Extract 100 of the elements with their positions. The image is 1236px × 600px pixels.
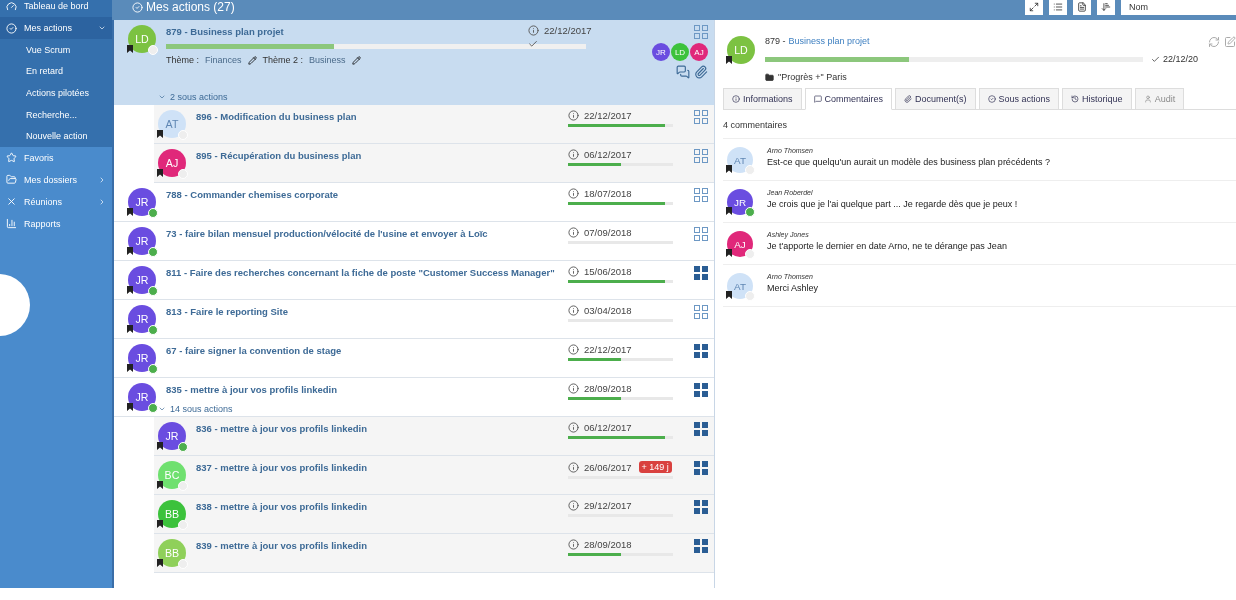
grid-icon[interactable]	[694, 227, 708, 241]
action-link[interactable]: Business plan projet	[788, 36, 870, 46]
sort-icon	[1101, 2, 1111, 12]
info-icon[interactable]	[568, 461, 579, 473]
info-icon[interactable]	[568, 110, 579, 121]
tab[interactable]: Commentaires	[804, 88, 893, 110]
action-title[interactable]: 813 - Faire le reporting Site	[166, 305, 558, 319]
info-icon[interactable]	[568, 149, 579, 160]
info-icon[interactable]	[568, 305, 579, 316]
action-title[interactable]: 896 - Modification du business plan	[196, 110, 558, 124]
sidebar-item[interactable]: Tableau de bord	[0, 0, 112, 17]
action-title[interactable]: 811 - Faire des recherches concernant la fiche de poste "Customer Success Manager"	[166, 266, 558, 280]
speech-bubble-icon	[813, 95, 822, 103]
sort-button[interactable]	[1097, 0, 1115, 15]
comments-icon[interactable]	[676, 65, 690, 79]
grid-icon[interactable]	[694, 149, 708, 163]
info-icon[interactable]	[568, 422, 579, 433]
info-icon[interactable]	[568, 500, 579, 511]
grid-icon[interactable]	[694, 188, 708, 202]
expand-icon	[1029, 2, 1039, 12]
bookmark-icon	[127, 403, 133, 411]
avatar: JR	[727, 189, 753, 215]
action-row[interactable]: AJ 895 - Récupération du business plan 06/12/2017	[154, 144, 714, 183]
action-title[interactable]: 835 - mettre à jour vos profils linkedin	[166, 383, 558, 397]
due-date: 18/07/2018	[584, 188, 632, 199]
grid-icon[interactable]	[694, 110, 708, 124]
action-title[interactable]: 73 - faire bilan mensuel production/vélocité de l'usine et envoyer à Loïc	[166, 227, 558, 241]
bar-chart-icon	[6, 218, 17, 230]
action-row[interactable]: AT 896 - Modification du business plan 22/12/2017	[154, 105, 714, 144]
sidebar-subitem[interactable]: Actions pilotées	[0, 82, 112, 104]
caret-icon[interactable]	[158, 405, 166, 413]
avatar: AT	[727, 273, 753, 299]
action-title[interactable]: 837 - mettre à jour vos profils linkedin	[196, 461, 558, 475]
action-title[interactable]: 879 - Business plan projet	[166, 25, 518, 39]
theme-value: Finances	[205, 55, 242, 66]
sidebar-subitem[interactable]: En retard	[0, 60, 112, 83]
paperclip-icon[interactable]	[694, 65, 708, 79]
bookmark-icon	[127, 286, 133, 294]
action-title[interactable]: 67 - faire signer la convention de stage	[166, 344, 558, 358]
sidebar-subitem[interactable]: Recherche...	[0, 103, 112, 126]
sub-actions-toggle[interactable]: 14 sous actions	[170, 404, 233, 414]
refresh-icon[interactable]	[1208, 36, 1220, 48]
sidebar-item[interactable]: Mes dossiers	[0, 168, 112, 191]
grid-icon[interactable]	[694, 539, 708, 553]
user-icon	[1143, 95, 1152, 103]
info-icon[interactable]	[528, 25, 539, 36]
action-row[interactable]: JR 836 - mettre à jour vos profils linkedin 06/12/2017	[154, 417, 714, 456]
avatar: LD	[671, 43, 689, 61]
sidebar-item[interactable]: Réunions	[0, 190, 112, 213]
action-title[interactable]: 839 - mettre à jour vos profils linkedin	[196, 539, 558, 553]
grid-icon[interactable]	[694, 344, 708, 358]
page-title: Mes actions (27)	[132, 0, 235, 14]
info-icon[interactable]	[568, 227, 579, 238]
sidebar-item[interactable]: Favoris	[0, 146, 112, 169]
avatar: AT	[727, 147, 753, 173]
caret-icon[interactable]	[158, 93, 166, 101]
action-row[interactable]: BB 839 - mettre à jour vos profils linkedin 28/09/2018	[154, 534, 714, 573]
tab[interactable]: Sous actions	[978, 88, 1060, 110]
action-title[interactable]: 838 - mettre à jour vos profils linkedin	[196, 500, 558, 514]
edit-icon[interactable]	[1224, 36, 1236, 48]
cross-icon	[6, 196, 17, 208]
action-row[interactable]: BC 837 - mettre à jour vos profils linkedin 26/06/2017 + 149 j	[154, 456, 714, 495]
grid-icon[interactable]	[694, 266, 708, 280]
due-date: 22/12/2017	[584, 344, 632, 355]
avatar: JR	[128, 344, 156, 372]
grid-icon[interactable]	[694, 383, 708, 397]
expand-button[interactable]	[1025, 0, 1043, 15]
tab[interactable]: Document(s)	[895, 88, 976, 110]
grid-icon[interactable]	[694, 305, 708, 319]
tab[interactable]: Informations	[723, 88, 802, 110]
pencil-icon[interactable]	[351, 55, 361, 65]
grid-icon[interactable]	[694, 422, 708, 436]
info-icon[interactable]	[568, 266, 579, 277]
action-row[interactable]: LD 879 - Business plan projet Thème : Finances Thème 2 : Business 22/12/2017 JR LD AJ	[114, 20, 714, 92]
info-icon[interactable]	[568, 344, 579, 355]
theme-label: Thème :	[166, 55, 199, 66]
sidebar-item[interactable]: Rapports	[0, 212, 112, 235]
action-row[interactable]: BB 838 - mettre à jour vos profils linkedin 29/12/2017	[154, 495, 714, 534]
action-title[interactable]: 836 - mettre à jour vos profils linkedin	[196, 422, 558, 436]
info-icon[interactable]	[568, 188, 579, 199]
info-icon[interactable]	[568, 539, 579, 550]
tab[interactable]: Historique	[1062, 88, 1132, 110]
pencil-icon[interactable]	[247, 55, 257, 65]
grid-icon[interactable]	[694, 461, 708, 475]
bookmark-icon	[157, 559, 163, 567]
avatar: AJ	[690, 43, 708, 61]
sort-field[interactable]: Nom	[1121, 0, 1236, 15]
check-icon	[528, 39, 538, 49]
action-title[interactable]: 895 - Récupération du business plan	[196, 149, 558, 163]
sidebar-item[interactable]: Mes actions	[0, 17, 112, 39]
document-button[interactable]	[1073, 0, 1091, 15]
sub-actions-toggle[interactable]: 2 sous actions	[170, 92, 228, 102]
sidebar-subitem[interactable]: Vue Scrum	[0, 39, 112, 61]
list-button[interactable]	[1049, 0, 1067, 15]
action-title[interactable]: 788 - Commander chemises corporate	[166, 188, 558, 202]
late-badge: + 149 j	[638, 461, 672, 473]
sidebar-subitem[interactable]: Nouvelle action	[0, 125, 112, 147]
info-icon[interactable]	[568, 383, 579, 394]
avatar: JR	[128, 383, 156, 411]
grid-icon[interactable]	[694, 500, 708, 514]
